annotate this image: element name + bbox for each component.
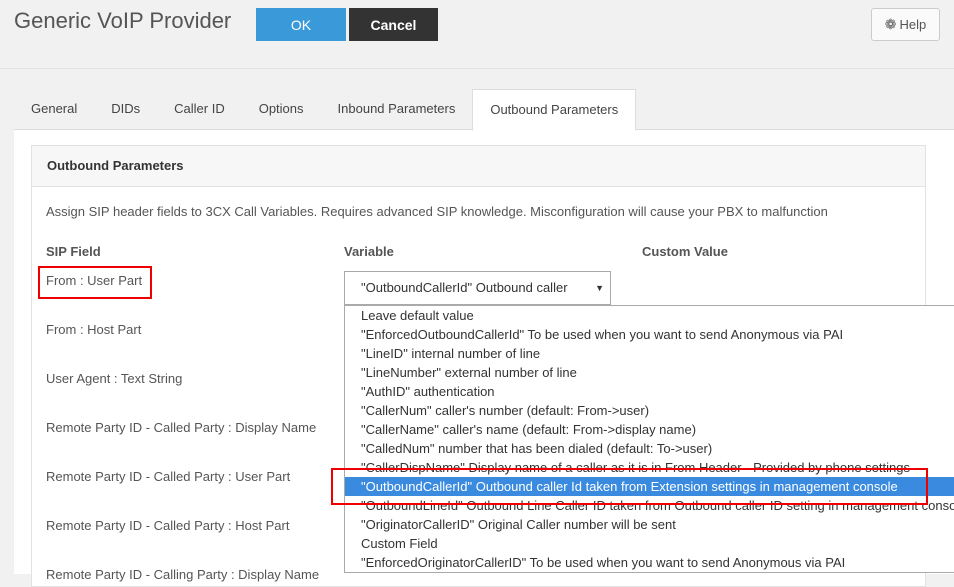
highlight-box-selected-option — [331, 468, 928, 505]
lifebuoy-icon: ❁ — [884, 16, 897, 32]
help-label: Help — [899, 17, 927, 32]
row-label-user-agent: User Agent : Text String — [46, 371, 183, 386]
row-label-from-host-part: From : Host Part — [46, 322, 142, 337]
dropdown-option[interactable]: "CalledNum" number that has been dialed … — [345, 439, 954, 458]
dropdown-option[interactable]: "AuthID" authentication — [345, 382, 954, 401]
header-bar: Generic VoIP Provider OK Cancel ❁ Help — [0, 0, 954, 69]
caret-down-icon: ▼ — [595, 283, 604, 293]
sip-field-column-header: SIP Field — [46, 244, 101, 259]
cancel-button[interactable]: Cancel — [349, 8, 438, 41]
row-label-rpid-called-host-part: Remote Party ID - Called Party : Host Pa… — [46, 518, 290, 533]
tab-bar: General DIDs Caller ID Options Inbound P… — [14, 89, 637, 131]
dropdown-option[interactable]: "EnforcedOutboundCallerId" To be used wh… — [345, 325, 954, 344]
tab-dids[interactable]: DIDs — [94, 89, 157, 129]
panel-description: Assign SIP header fields to 3CX Call Var… — [46, 204, 828, 219]
row-label-rpid-calling-display-name: Remote Party ID - Calling Party : Displa… — [46, 567, 320, 582]
variable-select[interactable]: "OutboundCallerId" Outbound caller ▼ — [344, 271, 611, 305]
help-button[interactable]: ❁ Help — [871, 8, 940, 41]
variable-dropdown-list: Leave default value "EnforcedOutboundCal… — [344, 305, 954, 573]
row-label-rpid-called-user-part: Remote Party ID - Called Party : User Pa… — [46, 469, 291, 484]
tab-inbound-parameters[interactable]: Inbound Parameters — [321, 89, 473, 129]
ok-button[interactable]: OK — [256, 8, 346, 41]
variable-column-header: Variable — [344, 244, 394, 259]
page-title: Generic VoIP Provider — [14, 8, 232, 33]
dropdown-option[interactable]: "CallerName" caller's name (default: Fro… — [345, 420, 954, 439]
panel-heading: Outbound Parameters — [32, 146, 925, 187]
tab-outbound-parameters[interactable]: Outbound Parameters — [472, 89, 637, 131]
dropdown-option[interactable]: "EnforcedOriginatorCallerID" To be used … — [345, 553, 954, 572]
dropdown-option[interactable]: Custom Field — [345, 534, 954, 553]
tab-general[interactable]: General — [14, 89, 94, 129]
variable-select-value: "OutboundCallerId" Outbound caller — [361, 280, 568, 295]
row-label-rpid-called-display-name: Remote Party ID - Called Party : Display… — [46, 420, 317, 435]
dropdown-option[interactable]: "OriginatorCallerID" Original Caller num… — [345, 515, 954, 534]
dropdown-option[interactable]: Leave default value — [345, 306, 954, 325]
dropdown-option[interactable]: "CallerNum" caller's number (default: Fr… — [345, 401, 954, 420]
dropdown-option[interactable]: "LineNumber" external number of line — [345, 363, 954, 382]
tab-options[interactable]: Options — [242, 89, 321, 129]
highlight-box-from-user-part — [38, 266, 152, 299]
tab-caller-id[interactable]: Caller ID — [157, 89, 242, 129]
custom-value-column-header: Custom Value — [642, 244, 728, 259]
dropdown-option[interactable]: "LineID" internal number of line — [345, 344, 954, 363]
